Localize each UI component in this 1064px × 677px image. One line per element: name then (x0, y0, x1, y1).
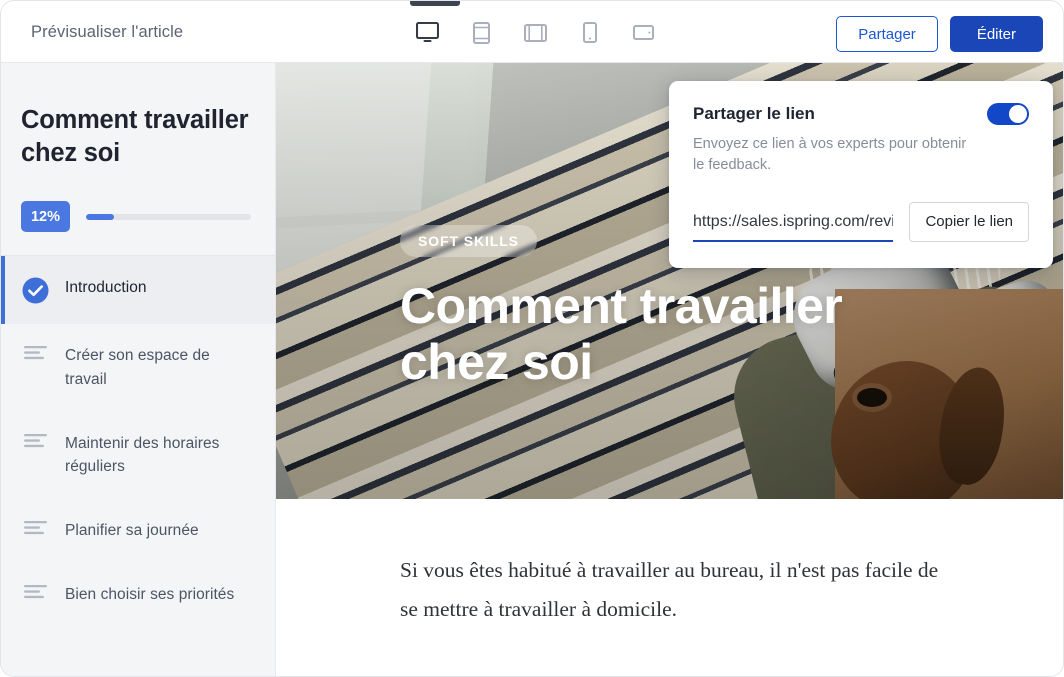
edit-button[interactable]: Éditer (949, 16, 1043, 52)
sidebar-item-label: Créer son espace de travail (65, 347, 210, 388)
phone-landscape-icon (633, 25, 654, 40)
share-popover-title: Partager le lien (693, 104, 815, 123)
sidebar-item-label: Bien choisir ses priorités (65, 585, 235, 603)
text-lines-icon (21, 345, 49, 360)
article-body: Si vous êtes habitué à travailler au bur… (276, 499, 1063, 630)
sidebar-item-label: Maintenir des horaires réguliers (65, 434, 220, 476)
copy-link-button[interactable]: Copier le lien (909, 201, 1029, 242)
device-switcher (414, 19, 657, 46)
article-paragraph: Si vous êtes habitué à travailler au bur… (400, 558, 939, 622)
sidebar-item-label: Planifier sa journée (65, 522, 199, 540)
header-actions: Partager Éditer (836, 16, 1043, 52)
course-progress: 12% (21, 201, 255, 233)
desktop-icon (416, 22, 439, 43)
tablet-landscape-icon (524, 23, 547, 42)
app-header: Prévisualiser l'article Partager Éditer (1, 1, 1063, 63)
sidebar-item-choisir-priorites[interactable]: Bien choisir ses priorités (1, 563, 275, 627)
progress-fill (86, 213, 115, 220)
share-popover-description: Envoyez ce lien à vos experts pour obten… (693, 136, 967, 174)
course-sidebar: Comment travailler chez soi 12% Introduc… (1, 63, 276, 676)
device-tablet-landscape-button[interactable] (522, 19, 549, 46)
share-url-input[interactable] (693, 212, 894, 242)
tablet-portrait-icon (473, 21, 490, 44)
device-desktop-button[interactable] (414, 19, 441, 46)
text-lines-icon (21, 584, 49, 599)
sidebar-item-label: Introduction (65, 279, 147, 297)
sidebar-item-planifier-journee[interactable]: Planifier sa journée (1, 499, 275, 563)
page-title: Prévisualiser l'article (31, 23, 184, 41)
device-phone-portrait-button[interactable] (576, 19, 603, 46)
phone-portrait-icon (582, 22, 597, 43)
toggle-knob (1009, 105, 1027, 123)
share-link-row: Copier le lien (693, 201, 1029, 242)
text-lines-icon (21, 520, 49, 535)
check-circle-icon (21, 277, 49, 304)
sidebar-item-introduction[interactable]: Introduction (1, 256, 275, 325)
sidebar-item-creer-espace[interactable]: Créer son espace de travail (1, 324, 275, 411)
share-link-popover: Partager le lien Envoyez ce lien à vos e… (669, 81, 1053, 268)
course-title: Comment travailler chez soi (21, 106, 249, 168)
progress-track (86, 213, 251, 220)
preview-window: Prévisualiser l'article Partager Éditer … (0, 0, 1064, 677)
window-handle-tab[interactable] (410, 1, 460, 6)
sidebar-item-horaires-reguliers[interactable]: Maintenir des horaires réguliers (1, 412, 275, 499)
text-lines-icon (21, 433, 49, 448)
progress-badge: 12% (21, 201, 70, 233)
share-popover-header: Partager le lien (693, 103, 1029, 125)
share-link-toggle[interactable] (987, 103, 1029, 125)
article-heading: Comment travailler chez soi (400, 278, 843, 390)
share-button[interactable]: Partager (836, 16, 938, 52)
category-badge: SOFT SKILLS (400, 225, 537, 257)
device-phone-landscape-button[interactable] (630, 19, 657, 46)
lesson-list: Introduction Créer son espace de travail (1, 255, 275, 626)
device-tablet-portrait-button[interactable] (468, 19, 495, 46)
